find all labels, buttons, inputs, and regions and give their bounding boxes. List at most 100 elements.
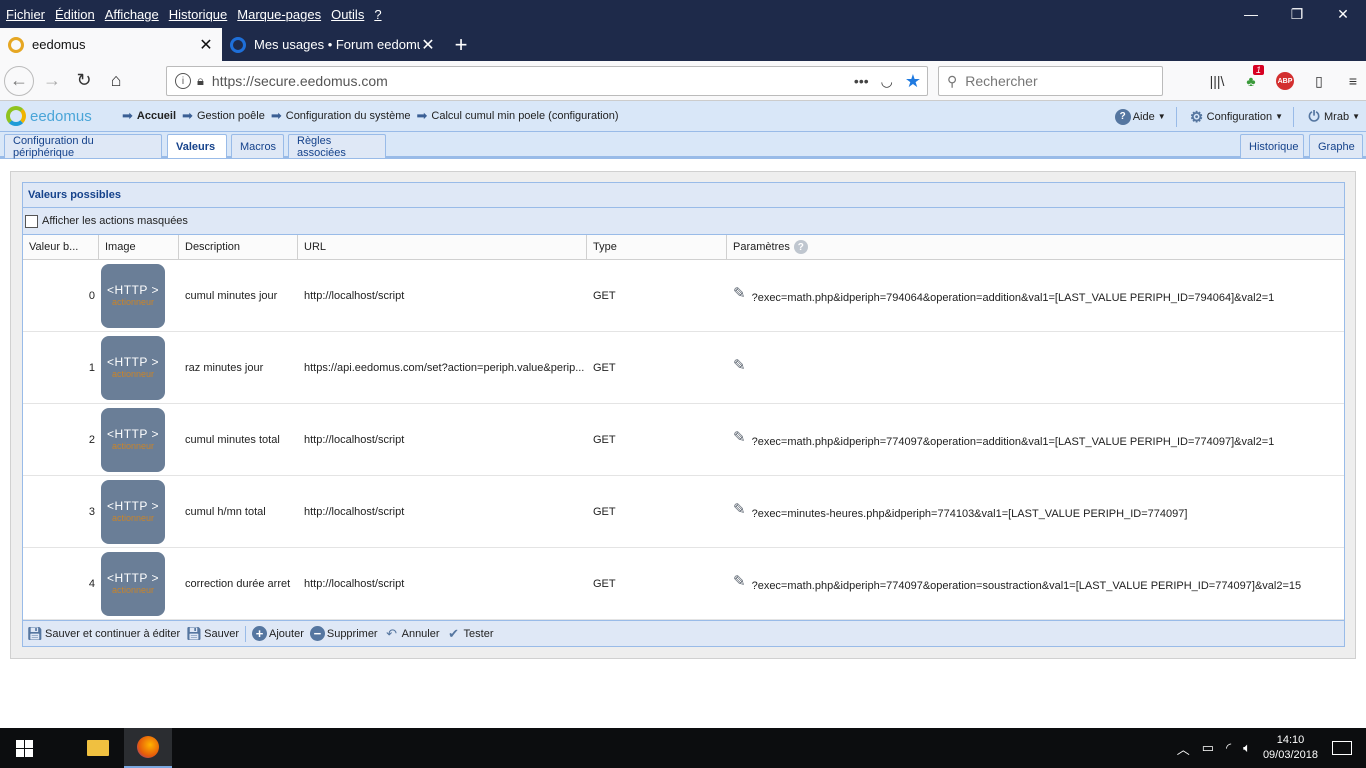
http-actuator-icon: <HTTP > actionneur bbox=[101, 479, 165, 544]
breadcrumb-calcul-cumul[interactable]: ➡ Calcul cumul min poele (configuration) bbox=[416, 108, 618, 124]
folder-icon bbox=[87, 740, 109, 756]
cell-type: GET bbox=[593, 577, 616, 590]
pocket-icon[interactable]: ◡ bbox=[881, 73, 893, 90]
tab-historique[interactable]: Historique bbox=[1240, 134, 1304, 158]
tab-macros[interactable]: Macros bbox=[231, 134, 284, 158]
eedomus-favicon-icon bbox=[8, 36, 24, 53]
cell-type: GET bbox=[593, 289, 616, 302]
values-grid: Valeur b... Image Description URL Type P… bbox=[23, 235, 1344, 620]
show-hidden-checkbox[interactable] bbox=[25, 214, 38, 228]
col-header-valeur[interactable]: Valeur b... bbox=[23, 235, 99, 259]
library-icon[interactable]: |||\ bbox=[1200, 69, 1234, 93]
notifications-icon[interactable] bbox=[1332, 741, 1352, 755]
eedomus-logo[interactable]: eedomus bbox=[6, 106, 116, 126]
caret-down-icon: ▼ bbox=[1157, 112, 1166, 121]
minimize-button[interactable]: — bbox=[1228, 0, 1274, 28]
save-button[interactable]: 💾︎ Sauver bbox=[186, 626, 239, 642]
home-icon[interactable]: ⌂ bbox=[100, 65, 132, 97]
tab-valeurs[interactable]: Valeurs bbox=[167, 134, 227, 158]
info-icon[interactable]: i bbox=[175, 73, 191, 89]
col-header-description[interactable]: Description bbox=[179, 235, 298, 259]
restore-button[interactable]: ❐ bbox=[1274, 0, 1320, 28]
floppy-icon: 💾︎ bbox=[185, 625, 203, 641]
volume-icon[interactable]: 🔈︎ bbox=[1243, 740, 1251, 756]
pencil-icon[interactable]: ✎ bbox=[733, 500, 746, 518]
table-row[interactable]: 1 <HTTP > actionneur raz minutes jour htt… bbox=[23, 332, 1344, 404]
table-row[interactable]: 2 <HTTP > actionneur cumul minutes total … bbox=[23, 404, 1344, 476]
pencil-icon[interactable]: ✎ bbox=[733, 356, 746, 374]
test-button[interactable]: ✔ Tester bbox=[446, 626, 493, 642]
forward-icon[interactable]: → bbox=[36, 65, 68, 97]
menu-fichier[interactable]: Fichier bbox=[6, 7, 45, 22]
clock[interactable]: 14:10 09/03/2018 bbox=[1263, 733, 1318, 763]
reload-icon[interactable]: ↻ bbox=[68, 65, 100, 97]
bookmark-star-icon[interactable]: ★ bbox=[905, 71, 921, 92]
close-tab-icon[interactable]: ✕ bbox=[420, 35, 436, 55]
menu-outils[interactable]: Outils bbox=[331, 7, 364, 22]
tab-configuration-peripherique[interactable]: Configuration du périphérique bbox=[4, 134, 162, 159]
col-header-parametres[interactable]: Paramètres? bbox=[727, 235, 1344, 259]
menu-marque-pages[interactable]: Marque-pages bbox=[237, 7, 321, 22]
save-continue-button[interactable]: 💾︎ Sauver et continuer à éditer bbox=[27, 626, 180, 642]
cell-params: ✎ ?exec=math.php&idperiph=774097&operatio… bbox=[733, 428, 1275, 448]
breadcrumb-configuration-systeme[interactable]: ➡ Configuration du système bbox=[271, 108, 411, 124]
pencil-icon[interactable]: ✎ bbox=[733, 284, 746, 302]
close-tab-icon[interactable]: ✕ bbox=[198, 35, 214, 55]
wifi-icon[interactable]: ◜ bbox=[1226, 740, 1231, 756]
breadcrumb-accueil[interactable]: ➡ Accueil bbox=[122, 108, 176, 124]
tab-regles-associees[interactable]: Règles associées bbox=[288, 134, 386, 159]
help-menu[interactable]: ? Aide ▼ bbox=[1114, 108, 1166, 125]
lock-icon[interactable]: 🔒︎ bbox=[197, 73, 204, 89]
url-text[interactable]: https://secure.eedomus.com bbox=[212, 73, 854, 89]
add-button[interactable]: + Ajouter bbox=[252, 626, 304, 641]
back-icon[interactable]: ← bbox=[4, 65, 34, 96]
table-row[interactable]: 0 <HTTP > actionneur cumul minutes jour h… bbox=[23, 260, 1344, 332]
browser-tab-eedomus[interactable]: eedomus ✕ bbox=[0, 28, 222, 61]
http-actuator-icon: <HTTP > actionneur bbox=[101, 551, 165, 616]
firefox-taskbar-button[interactable] bbox=[124, 728, 172, 768]
table-row[interactable]: 3 <HTTP > actionneur cumul h/mn total htt… bbox=[23, 476, 1344, 548]
user-menu[interactable]: ⏻ Mrab ▼ bbox=[1306, 108, 1360, 125]
cell-params: ✎ ?exec=math.php&idperiph=774097&operatio… bbox=[733, 572, 1302, 592]
cell-value: 0 bbox=[88, 289, 95, 302]
menu-edition[interactable]: Édition bbox=[55, 7, 95, 22]
hamburger-menu-icon[interactable]: ≡ bbox=[1336, 69, 1366, 93]
sidebar-icon[interactable]: ▯ bbox=[1302, 69, 1336, 93]
page-actions-icon[interactable]: ••• bbox=[854, 73, 869, 89]
addon-icon[interactable]: ♣ 1 bbox=[1234, 65, 1268, 93]
panel-title: Valeurs possibles bbox=[23, 183, 1344, 208]
cancel-button[interactable]: ↶ Annuler bbox=[384, 626, 439, 642]
menu-affichage[interactable]: Affichage bbox=[105, 7, 159, 22]
tray-chevron-icon[interactable]: ︿ bbox=[1177, 739, 1190, 758]
col-header-url[interactable]: URL bbox=[298, 235, 587, 259]
cell-url: http://localhost/script bbox=[304, 433, 405, 446]
battery-icon[interactable]: ▭ bbox=[1202, 740, 1214, 756]
close-window-button[interactable]: ✕ bbox=[1320, 0, 1366, 28]
pencil-icon[interactable]: ✎ bbox=[733, 428, 746, 446]
search-input[interactable]: ⚲ Rechercher bbox=[938, 66, 1163, 96]
configuration-menu[interactable]: ⚙ Configuration ▼ bbox=[1189, 109, 1283, 126]
delete-button[interactable]: − Supprimer bbox=[309, 626, 378, 641]
tab-graphe[interactable]: Graphe bbox=[1309, 134, 1363, 158]
caret-down-icon: ▼ bbox=[1352, 112, 1360, 121]
show-hidden-label[interactable]: Afficher les actions masquées bbox=[42, 215, 188, 227]
menu-help[interactable]: ? bbox=[374, 7, 381, 22]
menu-historique[interactable]: Historique bbox=[169, 7, 228, 22]
breadcrumb-gestion-poele[interactable]: ➡ Gestion poêle bbox=[182, 108, 265, 124]
help-icon[interactable]: ? bbox=[793, 240, 808, 254]
browser-tab-forum[interactable]: Mes usages • Forum eedomus ✕ bbox=[222, 28, 444, 61]
toolbar-icons: |||\ ♣ 1 ABP ▯ ≡ bbox=[1200, 65, 1366, 93]
cell-description: correction durée arret bbox=[185, 577, 291, 590]
start-button[interactable] bbox=[0, 728, 48, 768]
file-explorer-button[interactable] bbox=[72, 728, 124, 768]
adblock-icon[interactable]: ABP bbox=[1268, 69, 1302, 93]
pencil-icon[interactable]: ✎ bbox=[733, 572, 746, 590]
col-header-type[interactable]: Type bbox=[587, 235, 727, 259]
col-header-image[interactable]: Image bbox=[99, 235, 179, 259]
table-row[interactable]: 4 <HTTP > actionneur correction durée arr… bbox=[23, 548, 1344, 620]
minus-icon: − bbox=[309, 626, 325, 641]
tab-label: Mes usages • Forum eedomus bbox=[254, 37, 420, 52]
grid-header: Valeur b... Image Description URL Type P… bbox=[23, 235, 1344, 260]
url-bar[interactable]: i 🔒︎ https://secure.eedomus.com ••• ◡ ★ bbox=[166, 66, 928, 96]
new-tab-button[interactable]: + bbox=[444, 28, 478, 61]
